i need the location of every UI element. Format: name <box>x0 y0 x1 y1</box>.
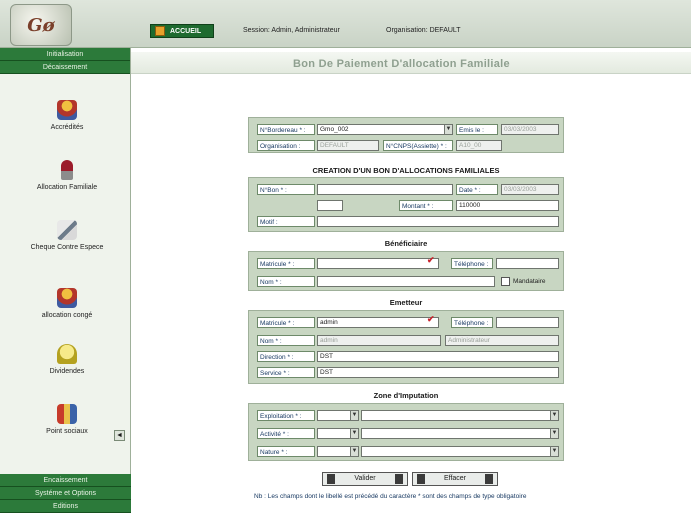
sidebar-item-initialisation[interactable]: Initialisation <box>0 48 130 61</box>
sidebar-item-encaissement[interactable]: Encaissement <box>0 474 131 487</box>
em-direction-field[interactable]: DST <box>317 351 559 362</box>
ben-telephone-label: Téléphone : <box>451 258 493 269</box>
sidebar-scroll-left-button[interactable]: ◄ <box>114 430 125 441</box>
sidebar-item-accredites[interactable]: Accrédités <box>8 100 126 131</box>
nature-code-select[interactable]: ▼ <box>317 446 359 457</box>
required-check-icon: ✔ <box>427 255 435 265</box>
organisation-info: Organisation: DEFAULT <box>386 27 461 34</box>
sidebar-item-allocation-conge[interactable]: allocation congé <box>8 288 126 319</box>
app-logo: Gø <box>10 4 72 46</box>
ben-matricule-label: Matricule * : <box>257 258 315 269</box>
chevron-down-icon[interactable]: ▼ <box>350 447 358 456</box>
ben-telephone-field[interactable] <box>496 258 559 269</box>
emetteur-panel: Matricule * : admin ✔ Téléphone : Nom * … <box>248 310 564 384</box>
exploitation-select[interactable]: ▼ <box>361 410 559 421</box>
ben-nom-label: Nom * : <box>257 276 315 287</box>
em-service-field[interactable]: DST <box>317 367 559 378</box>
sidebar-item-dividendes[interactable]: Dividendes <box>8 344 126 375</box>
chevron-down-icon[interactable]: ▼ <box>350 429 358 438</box>
mandataire-label: Mandataire <box>513 278 546 285</box>
session-info: Session: Admin, Administrateur <box>243 27 340 34</box>
activite-label: Activité * : <box>257 428 315 439</box>
beneficiaire-panel: Matricule * : ✔ Téléphone : Nom * : Mand… <box>248 251 564 291</box>
bordereau-panel: N°Bordereau * : Gmo_002 ▼ Emis le : 03/0… <box>248 117 564 153</box>
ben-matricule-field[interactable] <box>317 258 439 269</box>
sidebar-item-allocation-familiale[interactable]: Allocation Familiale <box>8 160 126 191</box>
em-telephone-label: Téléphone : <box>451 317 493 328</box>
em-matricule-field[interactable]: admin <box>317 317 439 328</box>
exploitation-label: Exploitation * : <box>257 410 315 421</box>
required-check-icon: ✔ <box>427 314 435 324</box>
valider-button[interactable]: Valider <box>322 472 408 486</box>
activite-code-select[interactable]: ▼ <box>317 428 359 439</box>
exploitation-code-select[interactable]: ▼ <box>317 410 359 421</box>
montant-field[interactable]: 110000 <box>456 200 559 211</box>
montant-label: Montant * : <box>399 200 453 211</box>
nature-select[interactable]: ▼ <box>361 446 559 457</box>
valider-icon-right <box>395 474 403 484</box>
sidebar-item-decaissement[interactable]: Décaissement <box>0 61 130 74</box>
num-bon-field[interactable] <box>317 184 453 195</box>
em-telephone-field[interactable] <box>496 317 559 328</box>
package-icon <box>57 404 77 424</box>
sidebar-bottom: Encaissement Systéme et Options Editions <box>0 474 131 513</box>
em-nom-field-2[interactable]: Administrateur <box>445 335 559 346</box>
effacer-icon <box>417 474 425 484</box>
effacer-icon-right <box>485 474 493 484</box>
nature-label: Nature * : <box>257 446 315 457</box>
date-label: Date * : <box>456 184 498 195</box>
accueil-label: ACCUEIL <box>170 27 202 35</box>
organisation-label: Organisation : <box>257 140 315 151</box>
required-fields-note: Nb : Les champs dont le libellé est préc… <box>254 493 527 500</box>
sidebar-item-systeme-options[interactable]: Systéme et Options <box>0 487 131 500</box>
person-icon <box>57 100 77 120</box>
date-field[interactable]: 03/03/2003 <box>501 184 559 195</box>
mandataire-checkbox[interactable] <box>501 277 510 286</box>
imputation-title: Zone d'Imputation <box>373 391 439 400</box>
bon-prefix-field[interactable] <box>317 200 343 211</box>
chevron-down-icon[interactable]: ▼ <box>550 447 558 456</box>
em-nom-label: Nom * : <box>257 335 315 346</box>
top-header: Gø ACCUEIL Session: Admin, Administrateu… <box>0 0 691 48</box>
sidebar: Initialisation Décaissement Accrédités A… <box>0 48 131 513</box>
sidebar-item-cheque-contre-espece[interactable]: Cheque Contre Espece <box>8 220 126 251</box>
beneficiaire-title: Bénéficiaire <box>384 239 428 248</box>
ben-nom-field[interactable] <box>317 276 495 287</box>
bell-icon <box>57 344 77 364</box>
sidebar-item-editions[interactable]: Editions <box>0 500 131 513</box>
person-icon <box>57 288 77 308</box>
sidebar-item-point-sociaux[interactable]: Point sociaux <box>8 404 126 435</box>
chevron-down-icon[interactable]: ▼ <box>444 125 452 134</box>
accueil-button[interactable]: ACCUEIL <box>150 24 214 38</box>
activite-select[interactable]: ▼ <box>361 428 559 439</box>
bordereau-label: N°Bordereau * : <box>257 124 315 135</box>
emis-le-label: Emis le : <box>456 124 498 135</box>
bordereau-select[interactable]: Gmo_002 ▼ <box>317 124 453 135</box>
ncompte-field[interactable]: A10_00 <box>456 140 502 151</box>
chevron-down-icon[interactable]: ▼ <box>350 411 358 420</box>
motif-field[interactable] <box>317 216 559 227</box>
motif-label: Motif : <box>257 216 315 227</box>
em-direction-label: Direction * : <box>257 351 315 362</box>
chevron-down-icon[interactable]: ▼ <box>550 429 558 438</box>
em-service-label: Service * : <box>257 367 315 378</box>
wine-glass-icon <box>61 160 73 180</box>
emis-le-field[interactable]: 03/03/2003 <box>501 124 559 135</box>
num-bon-label: N°Bon * : <box>257 184 315 195</box>
page-title: Bon De Paiement D'allocation Familiale <box>293 58 510 70</box>
chevron-down-icon[interactable]: ▼ <box>550 411 558 420</box>
bon-panel: N°Bon * : Date * : 03/03/2003 Montant * … <box>248 177 564 232</box>
cheque-pen-icon <box>57 220 77 240</box>
em-nom-field[interactable]: admin <box>317 335 441 346</box>
effacer-button[interactable]: Effacer <box>412 472 498 486</box>
organisation-field[interactable]: DEFAULT <box>317 140 379 151</box>
home-icon <box>155 26 165 36</box>
imputation-panel: Exploitation * : ▼ ▼ Activité * : ▼ ▼ Na… <box>248 403 564 461</box>
page-title-bar: Bon De Paiement D'allocation Familiale <box>131 52 691 74</box>
ncompte-label: N°CNPS(Assiette) * : <box>383 140 453 151</box>
em-matricule-label: Matricule * : <box>257 317 315 328</box>
creation-title: CREATION D'UN BON D'ALLOCATIONS FAMILIAL… <box>312 166 500 175</box>
emetteur-title: Emetteur <box>389 298 423 307</box>
valider-icon <box>327 474 335 484</box>
